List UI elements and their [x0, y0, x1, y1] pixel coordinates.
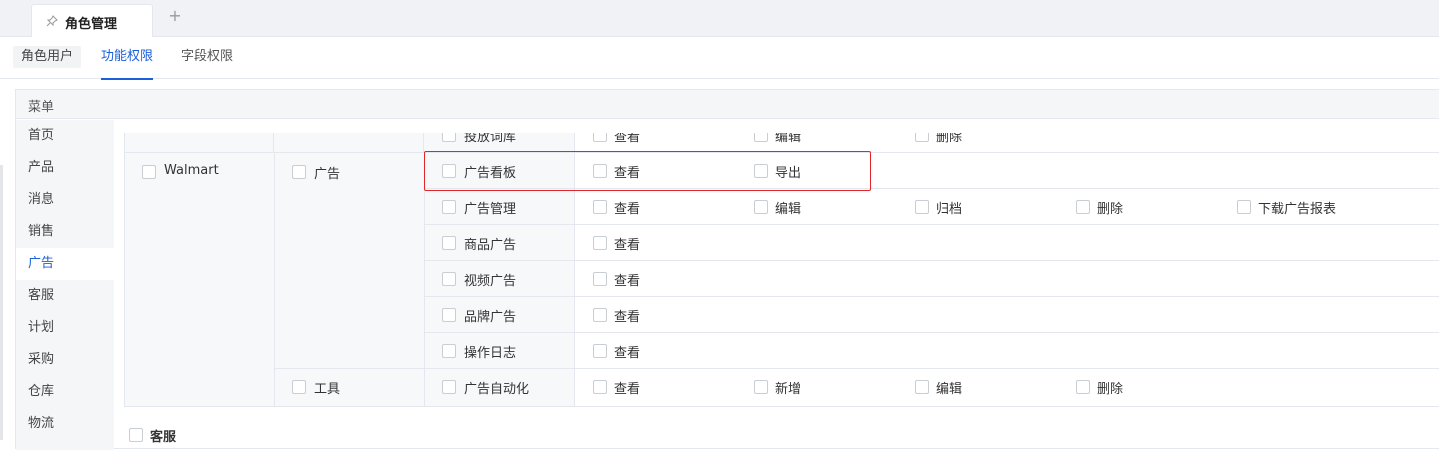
perm-label: 删除: [1097, 202, 1124, 217]
checkbox[interactable]: [593, 380, 607, 394]
cell-module: 操作日志: [425, 333, 575, 369]
checkbox[interactable]: [915, 380, 929, 394]
sub-tabs: 角色用户 功能权限 字段权限: [0, 38, 1439, 80]
tab-field-permissions[interactable]: 字段权限: [181, 46, 233, 68]
menu-item-service[interactable]: 客服: [16, 280, 114, 312]
cell-module: 视频广告: [425, 261, 575, 297]
tab-title: 角色管理: [65, 17, 118, 32]
tab-function-permissions[interactable]: 功能权限: [101, 46, 154, 80]
perm-label: 新增: [775, 382, 802, 397]
cell-module: 品牌广告: [425, 297, 575, 333]
checkbox[interactable]: [593, 236, 607, 250]
cell-perms: 查看 编辑 归档 删除 下载广告报表: [575, 189, 1439, 225]
menu-item-product[interactable]: 产品: [16, 152, 114, 184]
menu-item-ads[interactable]: 广告: [16, 248, 114, 280]
cell-module: 商品广告: [425, 225, 575, 261]
module-label: 视频广告: [464, 274, 517, 289]
checkbox[interactable]: [442, 344, 456, 358]
platform-label: Walmart: [164, 163, 219, 178]
menu-item-message[interactable]: 消息: [16, 184, 114, 216]
checkbox[interactable]: [1237, 200, 1251, 214]
module-label: 广告自动化: [464, 382, 530, 397]
menu-item-warehouse[interactable]: 仓库: [16, 376, 114, 408]
cell-perms: 查看 新增 编辑 删除: [575, 369, 1439, 407]
menu-item-home[interactable]: 首页: [16, 120, 114, 152]
checkbox[interactable]: [442, 200, 456, 214]
cell-perms: 查看: [575, 297, 1439, 333]
module-label: 投放词库: [464, 133, 517, 145]
cell-module: 广告管理: [425, 189, 575, 225]
cell-perms: 查看: [575, 225, 1439, 261]
cell-platform: [124, 133, 274, 153]
menu-item-logistics[interactable]: 物流: [16, 408, 114, 440]
module-label: 商品广告: [464, 238, 517, 253]
cell-group-ads: 广告: [275, 153, 425, 369]
menu-list: 首页 产品 消息 销售 广告 客服 计划 采购 仓库 物流: [16, 120, 114, 450]
perm-label: 查看: [614, 310, 641, 325]
panel-header: 菜单: [16, 90, 1439, 119]
group-label: 工具: [314, 382, 341, 397]
cell-perms: 查看 编辑 删除: [575, 133, 1439, 153]
perm-label: 查看: [614, 133, 641, 145]
table-border: [124, 133, 125, 407]
module-label: 操作日志: [464, 346, 517, 361]
perm-label: 编辑: [775, 133, 802, 145]
cell-perms: 查看: [575, 333, 1439, 369]
checkbox[interactable]: [754, 133, 768, 142]
checkbox[interactable]: [593, 344, 607, 358]
menu-item-plan[interactable]: 计划: [16, 312, 114, 344]
perm-label: 查看: [614, 382, 641, 397]
cell-group-tools: 工具: [275, 369, 425, 407]
tab-role-management[interactable]: 角色管理: [31, 4, 153, 37]
section-label: 客服: [150, 430, 177, 445]
perm-label: 查看: [614, 202, 641, 217]
perm-label: 查看: [614, 238, 641, 253]
checkbox[interactable]: [754, 200, 768, 214]
checkbox[interactable]: [593, 200, 607, 214]
table-row-partial: 投放词库 查看 编辑 删除: [124, 133, 1439, 153]
checkbox[interactable]: [915, 200, 929, 214]
cell-module: 广告自动化: [425, 369, 575, 407]
perm-label: 下载广告报表: [1258, 202, 1337, 217]
perm-label: 删除: [1097, 382, 1124, 397]
checkbox[interactable]: [1076, 200, 1090, 214]
group-label: 广告: [314, 167, 341, 182]
panel-header-label: 菜单: [28, 100, 55, 115]
tab-bar: 角色管理 +: [0, 0, 1439, 37]
checkbox[interactable]: [292, 380, 306, 394]
perm-label: 查看: [614, 346, 641, 361]
cell-group: [274, 133, 424, 153]
cell-module: 投放词库: [424, 133, 575, 153]
tab-role-users[interactable]: 角色用户: [13, 46, 82, 68]
checkbox[interactable]: [593, 133, 607, 142]
checkbox[interactable]: [442, 236, 456, 250]
checkbox[interactable]: [442, 272, 456, 286]
cell-platform: Walmart: [124, 153, 275, 407]
checkbox[interactable]: [129, 428, 143, 442]
pin-icon[interactable]: [46, 15, 58, 27]
menu-item-purchase[interactable]: 采购: [16, 344, 114, 376]
checkbox[interactable]: [593, 272, 607, 286]
checkbox[interactable]: [292, 165, 306, 179]
menu-item-sales[interactable]: 销售: [16, 216, 114, 248]
perm-label: 编辑: [936, 382, 963, 397]
checkbox[interactable]: [593, 308, 607, 322]
perm-label: 编辑: [775, 202, 802, 217]
checkbox[interactable]: [442, 380, 456, 394]
checkbox[interactable]: [442, 133, 456, 142]
scrollbar[interactable]: [0, 165, 3, 440]
checkbox[interactable]: [142, 165, 156, 179]
perm-label: 删除: [936, 133, 963, 145]
checkbox[interactable]: [1076, 380, 1090, 394]
checkbox[interactable]: [754, 380, 768, 394]
module-label: 品牌广告: [464, 310, 517, 325]
perm-label: 归档: [936, 202, 963, 217]
cell-perms: 查看: [575, 261, 1439, 297]
highlight-box: [424, 151, 871, 191]
checkbox[interactable]: [442, 308, 456, 322]
perm-label: 查看: [614, 274, 641, 289]
module-label: 广告管理: [464, 202, 517, 217]
add-tab-icon[interactable]: +: [168, 8, 182, 24]
checkbox[interactable]: [915, 133, 929, 142]
